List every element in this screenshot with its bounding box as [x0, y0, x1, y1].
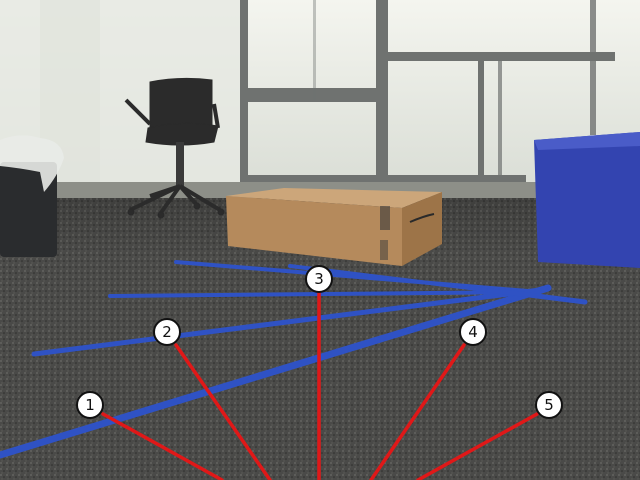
direction-marker-4-label: 4	[468, 323, 478, 341]
direction-marker-5-label: 5	[544, 396, 554, 414]
direction-marker-5: 5	[535, 391, 563, 419]
direction-marker-3-label: 3	[314, 270, 324, 288]
trash-bin-left	[0, 135, 64, 257]
direction-marker-2: 2	[153, 318, 181, 346]
direction-marker-3: 3	[305, 265, 333, 293]
direction-marker-1-label: 1	[85, 396, 95, 414]
direction-marker-4: 4	[459, 318, 487, 346]
recycling-bin-right	[534, 132, 640, 268]
direction-marker-2-label: 2	[162, 323, 172, 341]
scene: 1 2 3 4 5	[0, 0, 640, 480]
direction-marker-1: 1	[76, 391, 104, 419]
